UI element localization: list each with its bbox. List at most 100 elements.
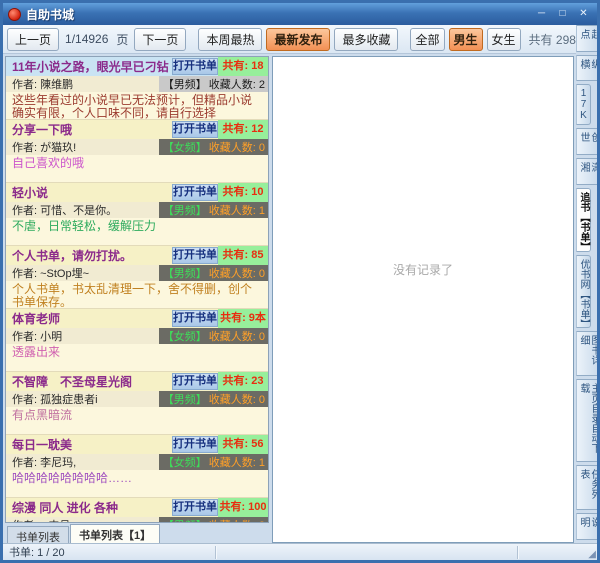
collect-count: 收藏人数: 2 [208,79,265,91]
booklist-title: 综漫 同人 进化 各种 [12,501,119,515]
author-label: 作者: が猫玖! [12,142,77,154]
booklist-description: 不虐，日常轻松，缓解压力 [12,219,157,233]
status-bar: 书单: 1 / 20 ◢ [3,543,597,560]
status-text: 书单: 1 / 20 [9,547,65,559]
app-icon [8,7,21,21]
gender-tag: 【男频】 [162,394,207,406]
gender-tag: 【女频】 [162,457,207,469]
booklist-panel[interactable]: 11年小说之路，眼光早已刁钻 打开书单 共有: 18本 作者: 陳维鹏 【男频】… [5,56,269,523]
booklist-title: 体育老师 [12,312,61,326]
booklist-title: 每日一耽美 [12,438,73,452]
site-tab-youshuwang-booklist[interactable]: 优书网【书单】 [576,254,591,329]
maximize-button[interactable]: □ [554,7,571,21]
meta-segment: 【男频】 收藏人数: 0 [158,391,268,407]
list-item[interactable]: 每日一耽美 打开书单 共有: 56本 作者: 李尼玛, 【女频】 收藏人数: 1 [6,435,268,498]
site-tab-zhuishu-booklist[interactable]: 追书【书单】 [576,187,591,252]
booklist-description: 透露出来 [12,345,61,359]
collect-count: 收藏人数: 0 [208,331,265,343]
filter-female-button[interactable]: 女生 [486,27,521,51]
book-count-badge: 共有: 23本 [218,372,268,406]
open-booklist-button[interactable]: 打开书单 [172,121,218,138]
site-tab-xiaoxiang[interactable]: 潇湘 [576,158,597,185]
collect-count: 收藏人数: 1 [208,457,265,469]
book-count-badge: 共有: 100本 [218,498,268,522]
meta-segment: 【男频】 收藏人数: 0 [158,265,268,281]
minimize-button[interactable]: ─ [533,7,550,21]
author-label: 作者: 陳维鹏 [12,79,74,91]
close-button[interactable]: ✕ [575,7,592,21]
open-booklist-button[interactable]: 打开书单 [172,247,218,264]
booklist-title: 分享一下哦 [12,123,73,137]
meta-segment: 【女频】 收藏人数: 0 [158,328,268,344]
collect-count: 收藏人数: 0 [208,268,265,280]
book-count-badge: 共有: 85本 [218,246,268,280]
status-separator [214,545,217,559]
author-label: 作者: 可惜、不是你。 [12,205,118,217]
list-item[interactable]: 个人书单，请勿打扰。 打开书单 共有: 85本 作者: ~StOp埋~ 【男频】… [6,246,268,309]
site-tab-task-list[interactable]: 任务列表 [576,465,597,511]
booklist-description: 自己喜欢的哦 [12,156,85,170]
page-number-field[interactable]: 1/14926 [63,32,110,46]
list-item[interactable]: 轻小说 打开书单 共有: 10本 作者: 可惜、不是你。 【男频】 收藏人数: … [6,183,268,246]
tab-booklist[interactable]: 书单列表 [7,526,69,543]
author-label: 作者: 李尼玛, [12,457,77,469]
booklist-title: 个人书单，请勿打扰。 [12,249,133,263]
booklist-description: 哈哈哈哈哈哈哈哈…… [12,471,133,485]
sort-week-hot-button[interactable]: 本周最热 [198,27,263,51]
booklist-title: 11年小说之路，眼光早已刁钻 [12,60,169,74]
page-unit-label: 页 [116,32,129,47]
site-tab-17k[interactable]: 17K [576,84,591,126]
open-booklist-button[interactable]: 打开书单 [172,310,218,327]
prev-page-button[interactable]: 上一页 [7,27,60,51]
gender-tag: 【男频】 [162,268,207,280]
book-count-badge: 共有: 10本 [218,183,268,217]
filter-male-button[interactable]: 男生 [448,27,483,51]
author-label: 作者: 小明 [12,331,63,343]
open-booklist-button[interactable]: 打开书单 [172,58,218,75]
list-item[interactable]: 11年小说之路，眼光早已刁钻 打开书单 共有: 18本 作者: 陳维鹏 【男频】… [6,57,268,120]
author-label: 作者: ~StOp埋~ [12,268,90,280]
resize-grip-icon[interactable]: ◢ [588,549,596,560]
collect-count: 收藏人数: 1 [208,205,265,217]
open-booklist-button[interactable]: 打开书单 [172,436,218,453]
next-page-button[interactable]: 下一页 [134,27,187,51]
site-tab-strip: 起点 纵横 17K 创世 潇湘 追书【书单】 优书网【书单】 图书详细 主页自录… [576,25,597,543]
book-count-badge: 共有: 12本 [218,120,268,154]
open-booklist-button[interactable]: 打开书单 [172,373,218,390]
book-count-badge: 共有: 18本 [218,57,268,91]
list-item[interactable]: 不智障 不圣母星光阁 打开书单 共有: 23本 作者: 孤独症患者i 【男频】 … [6,372,268,435]
book-count-badge: 共有: 9本 [218,309,268,328]
site-tab-help[interactable]: 说明 [576,513,597,541]
site-tab-chuangshi[interactable]: 创世 [576,128,597,156]
booklist-description: 有点黑暗流 [12,408,73,422]
booklist-description: 个人书单，书太乱清理一下，舍不得删，创个书单保存。 [12,282,253,309]
booklist-title: 轻小说 [12,186,49,200]
gender-tag: 【男频】 [162,205,207,217]
sort-newest-button[interactable]: 最新发布 [266,27,331,51]
site-tab-auto-download[interactable]: 主页自录自动下载 [576,379,597,463]
meta-segment: 【男频】 收藏人数: 2 [158,76,268,92]
detail-panel[interactable]: 没有记录了 [272,56,574,543]
site-tab-book-detail[interactable]: 图书详细 [576,331,597,377]
booklist-description: 这些年看过的小说早已无法预计，但精品小说确实有限，个人口味不同，请自行选择 [12,93,253,120]
booklist-title: 不智障 不圣母星光阁 [12,375,133,389]
meta-segment: 【女频】 收藏人数: 0 [158,139,268,155]
book-count-badge: 共有: 56本 [218,435,268,469]
toolbar: 上一页 1/14926 页 下一页 本周最热 最新发布 最多收藏 全部 男生 女… [3,25,576,54]
list-item[interactable]: 综漫 同人 进化 各种 打开书单 共有: 100本 作者: ♂丰吕~ 【男频】 … [6,498,268,522]
meta-segment: 【男频】 收藏人数: 1 [158,202,268,218]
sort-most-collected-button[interactable]: 最多收藏 [334,27,399,51]
filter-all-button[interactable]: 全部 [410,27,445,51]
empty-records-text: 没有记录了 [392,262,453,277]
open-booklist-button[interactable]: 打开书单 [172,184,218,201]
window-title: 自助书城 [26,7,75,22]
open-booklist-button[interactable]: 打开书单 [172,499,218,516]
gender-tag: 【女频】 [162,331,207,343]
list-item[interactable]: 体育老师 打开书单 共有: 9本 作者: 小明 【女频】 收藏人数: 0 透露出… [6,309,268,372]
list-item[interactable]: 分享一下哦 打开书单 共有: 12本 作者: が猫玖! 【女频】 收藏人数: 0 [6,120,268,183]
title-bar[interactable]: 自助书城 ─ □ ✕ [3,3,597,25]
site-tab-qidian[interactable]: 起点 [576,25,597,52]
site-tab-zongheng[interactable]: 纵横 [576,54,597,82]
app-window: 自助书城 ─ □ ✕ 上一页 1/14926 页 下一页 本周最热 最新发布 最… [0,0,600,563]
tab-booklist-1[interactable]: 书单列表【1】 [70,524,161,543]
